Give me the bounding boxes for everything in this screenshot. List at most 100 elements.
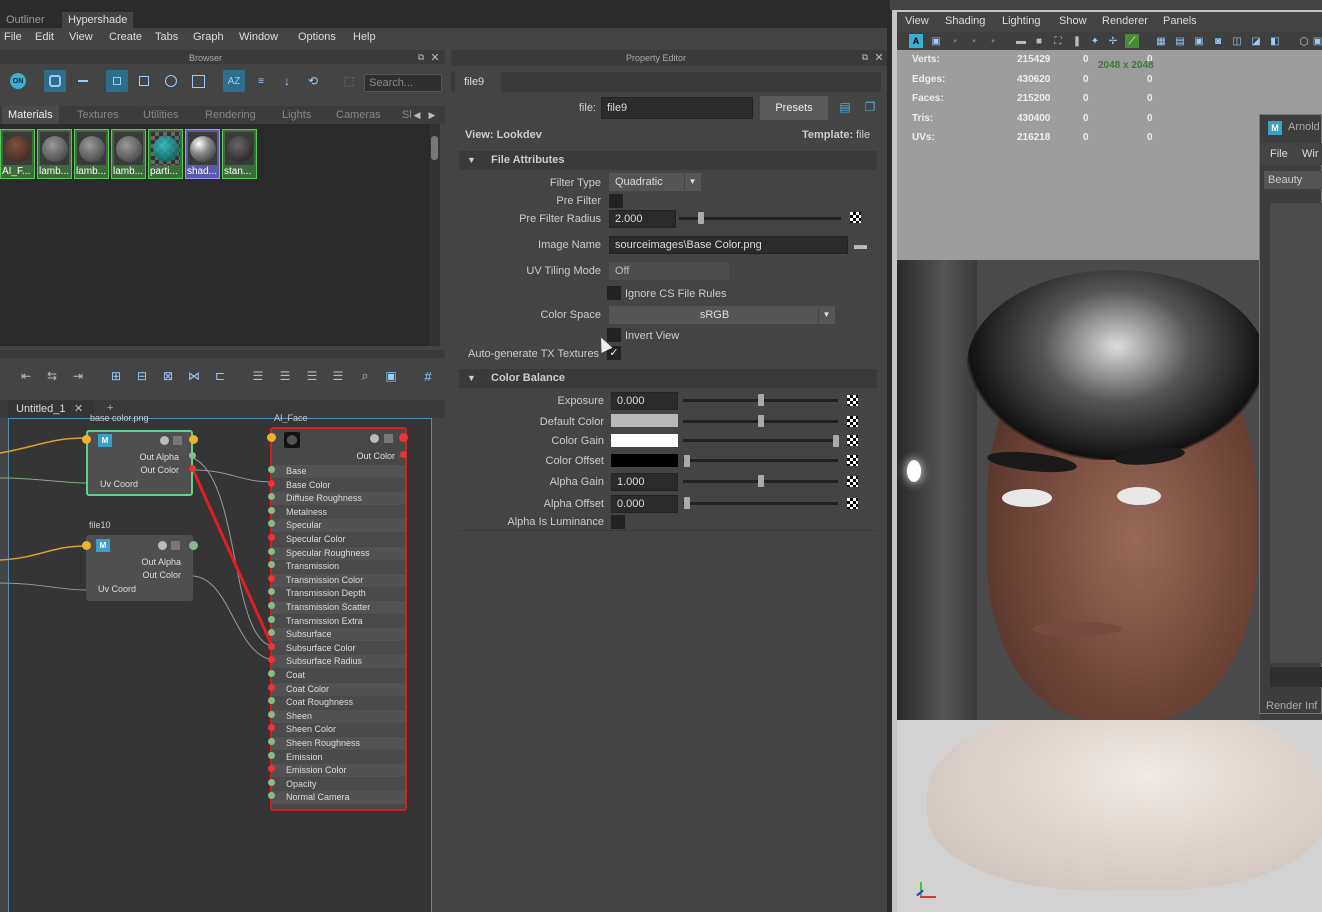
port-specular-color[interactable]: Specular Color bbox=[272, 533, 405, 546]
port-subsurface[interactable]: Subsurface bbox=[272, 628, 405, 642]
clear-graph-icon[interactable]: ⊠ bbox=[160, 368, 176, 384]
float-panel-icon[interactable]: ⧉ bbox=[859, 51, 871, 63]
color-offset-swatch[interactable] bbox=[611, 454, 678, 467]
image-name-field[interactable]: sourceimages\Base Color.png bbox=[609, 236, 848, 254]
graph-tab-untitled[interactable]: Untitled_1 ✕ bbox=[8, 400, 94, 418]
output-connections-icon[interactable]: ⇥ bbox=[70, 368, 86, 384]
slider-handle[interactable] bbox=[758, 475, 764, 487]
folder-icon[interactable]: ▬ bbox=[852, 237, 869, 252]
file-name-field[interactable]: file9 bbox=[601, 97, 753, 119]
node-mode-icon[interactable] bbox=[171, 541, 180, 550]
custom-mode-icon[interactable]: ☰ bbox=[330, 368, 346, 384]
swatch-lambert[interactable]: lamb... bbox=[74, 129, 109, 179]
tab-rendering[interactable]: Rendering bbox=[199, 106, 262, 124]
tab-lights[interactable]: Lights bbox=[276, 106, 317, 124]
wireframe-on-shaded-icon[interactable]: ▣ bbox=[1192, 34, 1206, 48]
color-offset-slider[interactable] bbox=[683, 459, 838, 462]
port-uv-coord[interactable]: Uv Coord bbox=[86, 583, 193, 596]
swatch-particle[interactable]: parti... bbox=[148, 129, 183, 179]
field-chart-icon[interactable]: ✢ bbox=[1106, 34, 1120, 48]
map-button-icon[interactable] bbox=[847, 435, 858, 446]
simple-mode-icon[interactable]: ☰ bbox=[250, 368, 266, 384]
toggle-on-icon[interactable]: ON bbox=[10, 73, 26, 89]
create-bookmark-icon[interactable]: ⊏ bbox=[212, 368, 228, 384]
grid-toggle-icon[interactable]: # bbox=[420, 368, 436, 384]
map-button-icon[interactable] bbox=[850, 212, 861, 223]
port-specular[interactable]: Specular bbox=[272, 519, 405, 533]
image-plane-icon[interactable]: ▪ bbox=[967, 34, 981, 48]
port-subsurface-color[interactable]: Subsurface Color bbox=[272, 641, 405, 655]
swatch-ai-face[interactable]: AI_F... bbox=[0, 129, 35, 179]
node-toggle-icon[interactable] bbox=[370, 434, 379, 443]
menu-file[interactable]: File bbox=[4, 31, 22, 43]
map-button-icon[interactable] bbox=[847, 416, 858, 427]
frame-selected-icon[interactable]: ▣ bbox=[383, 368, 399, 384]
sort-by-time-icon[interactable]: ↓ bbox=[276, 70, 298, 92]
arnold-render-view[interactable]: M Arnold File Wir Beauty Render Inf bbox=[1259, 114, 1322, 714]
port-out-color[interactable]: Out Color bbox=[272, 450, 405, 463]
port-base[interactable]: Base bbox=[272, 465, 405, 478]
default-color-swatch[interactable] bbox=[611, 414, 678, 427]
port-normal-camera[interactable]: Normal Camera bbox=[272, 791, 405, 805]
port-specular-roughness[interactable]: Specular Roughness bbox=[272, 546, 405, 560]
gate-mask-icon[interactable]: ✦ bbox=[1088, 34, 1102, 48]
alpha-offset-slider[interactable] bbox=[683, 502, 838, 505]
port-coat[interactable]: Coat bbox=[272, 669, 405, 682]
camera-attributes-icon[interactable]: ▣ bbox=[929, 34, 943, 48]
port-dot[interactable] bbox=[268, 683, 275, 691]
port-dot[interactable] bbox=[268, 574, 275, 582]
graph-add-icon[interactable]: ⊞ bbox=[108, 368, 124, 384]
connected-mode-icon[interactable]: ☰ bbox=[277, 368, 293, 384]
select-camera-icon[interactable]: A bbox=[909, 34, 923, 48]
swatch-lambert[interactable]: lamb... bbox=[111, 129, 146, 179]
port-dot[interactable] bbox=[189, 452, 196, 459]
ignore-cs-checkbox[interactable] bbox=[607, 286, 621, 300]
list-view-icon[interactable] bbox=[72, 70, 94, 92]
port-subsurface-radius[interactable]: Subsurface Radius bbox=[272, 655, 405, 669]
vp-menu-shading[interactable]: Shading bbox=[945, 15, 985, 27]
filter-type-dropdown[interactable]: Quadratic ▼ bbox=[609, 173, 701, 191]
port-dot[interactable] bbox=[268, 670, 275, 677]
port-opacity[interactable]: Opacity bbox=[272, 777, 405, 791]
arnold-menu-window[interactable]: Wir bbox=[1302, 148, 1319, 160]
resolution-gate-icon[interactable]: ❚ bbox=[1070, 34, 1084, 48]
menu-help[interactable]: Help bbox=[353, 31, 376, 43]
port-dot[interactable] bbox=[399, 433, 408, 442]
swatch-view-icon[interactable] bbox=[44, 70, 66, 92]
arnold-menu-file[interactable]: File bbox=[1270, 148, 1288, 160]
grid-icon[interactable]: ■ bbox=[1032, 34, 1046, 48]
port-dot[interactable] bbox=[267, 433, 276, 442]
port-dot[interactable] bbox=[268, 738, 275, 745]
node-toggle-icon[interactable] bbox=[158, 541, 167, 550]
port-out-alpha[interactable]: Out Alpha bbox=[88, 451, 191, 464]
tab-materials[interactable]: Materials bbox=[2, 106, 59, 124]
port-dot[interactable] bbox=[268, 642, 275, 650]
menu-options[interactable]: Options bbox=[298, 31, 336, 43]
input-connections-icon[interactable]: ⇤ bbox=[18, 368, 34, 384]
port-transmission-depth[interactable]: Transmission Depth bbox=[272, 587, 405, 601]
lights-icon[interactable]: ◫ bbox=[1230, 34, 1244, 48]
bookmark-icon[interactable]: ▪ bbox=[948, 34, 962, 48]
sort-by-name-icon[interactable]: AZ bbox=[223, 70, 245, 92]
vp-menu-lighting[interactable]: Lighting bbox=[1002, 15, 1041, 27]
tab-cameras[interactable]: Cameras bbox=[330, 106, 387, 124]
wireframe-icon[interactable]: ▦ bbox=[1154, 34, 1168, 48]
port-dot[interactable] bbox=[268, 466, 275, 473]
exposure-field[interactable]: 0.000 bbox=[611, 392, 678, 410]
port-dot[interactable] bbox=[82, 541, 91, 550]
rearrange-graph-icon[interactable]: ⋈ bbox=[186, 368, 202, 384]
node-toggle-icon[interactable] bbox=[160, 436, 169, 445]
graph-remove-icon[interactable]: ⊟ bbox=[134, 368, 150, 384]
menu-window[interactable]: Window bbox=[239, 31, 278, 43]
port-sheen-color[interactable]: Sheen Color bbox=[272, 723, 405, 737]
port-dot[interactable] bbox=[268, 547, 275, 555]
menu-view[interactable]: View bbox=[69, 31, 93, 43]
node-file10[interactable]: M Out Alpha Out Color Uv Coord bbox=[86, 535, 193, 601]
port-emission-color[interactable]: Emission Color bbox=[272, 764, 405, 778]
color-space-dropdown[interactable]: sRGB ▼ bbox=[609, 306, 835, 324]
isolate-select-icon[interactable]: ⬡ bbox=[1297, 34, 1311, 48]
reverse-sort-icon[interactable]: ⟲ bbox=[302, 70, 324, 92]
slider-handle[interactable] bbox=[684, 455, 690, 467]
port-transmission[interactable]: Transmission bbox=[272, 560, 405, 574]
color-balance-header[interactable]: ▼ Color Balance bbox=[459, 369, 877, 388]
